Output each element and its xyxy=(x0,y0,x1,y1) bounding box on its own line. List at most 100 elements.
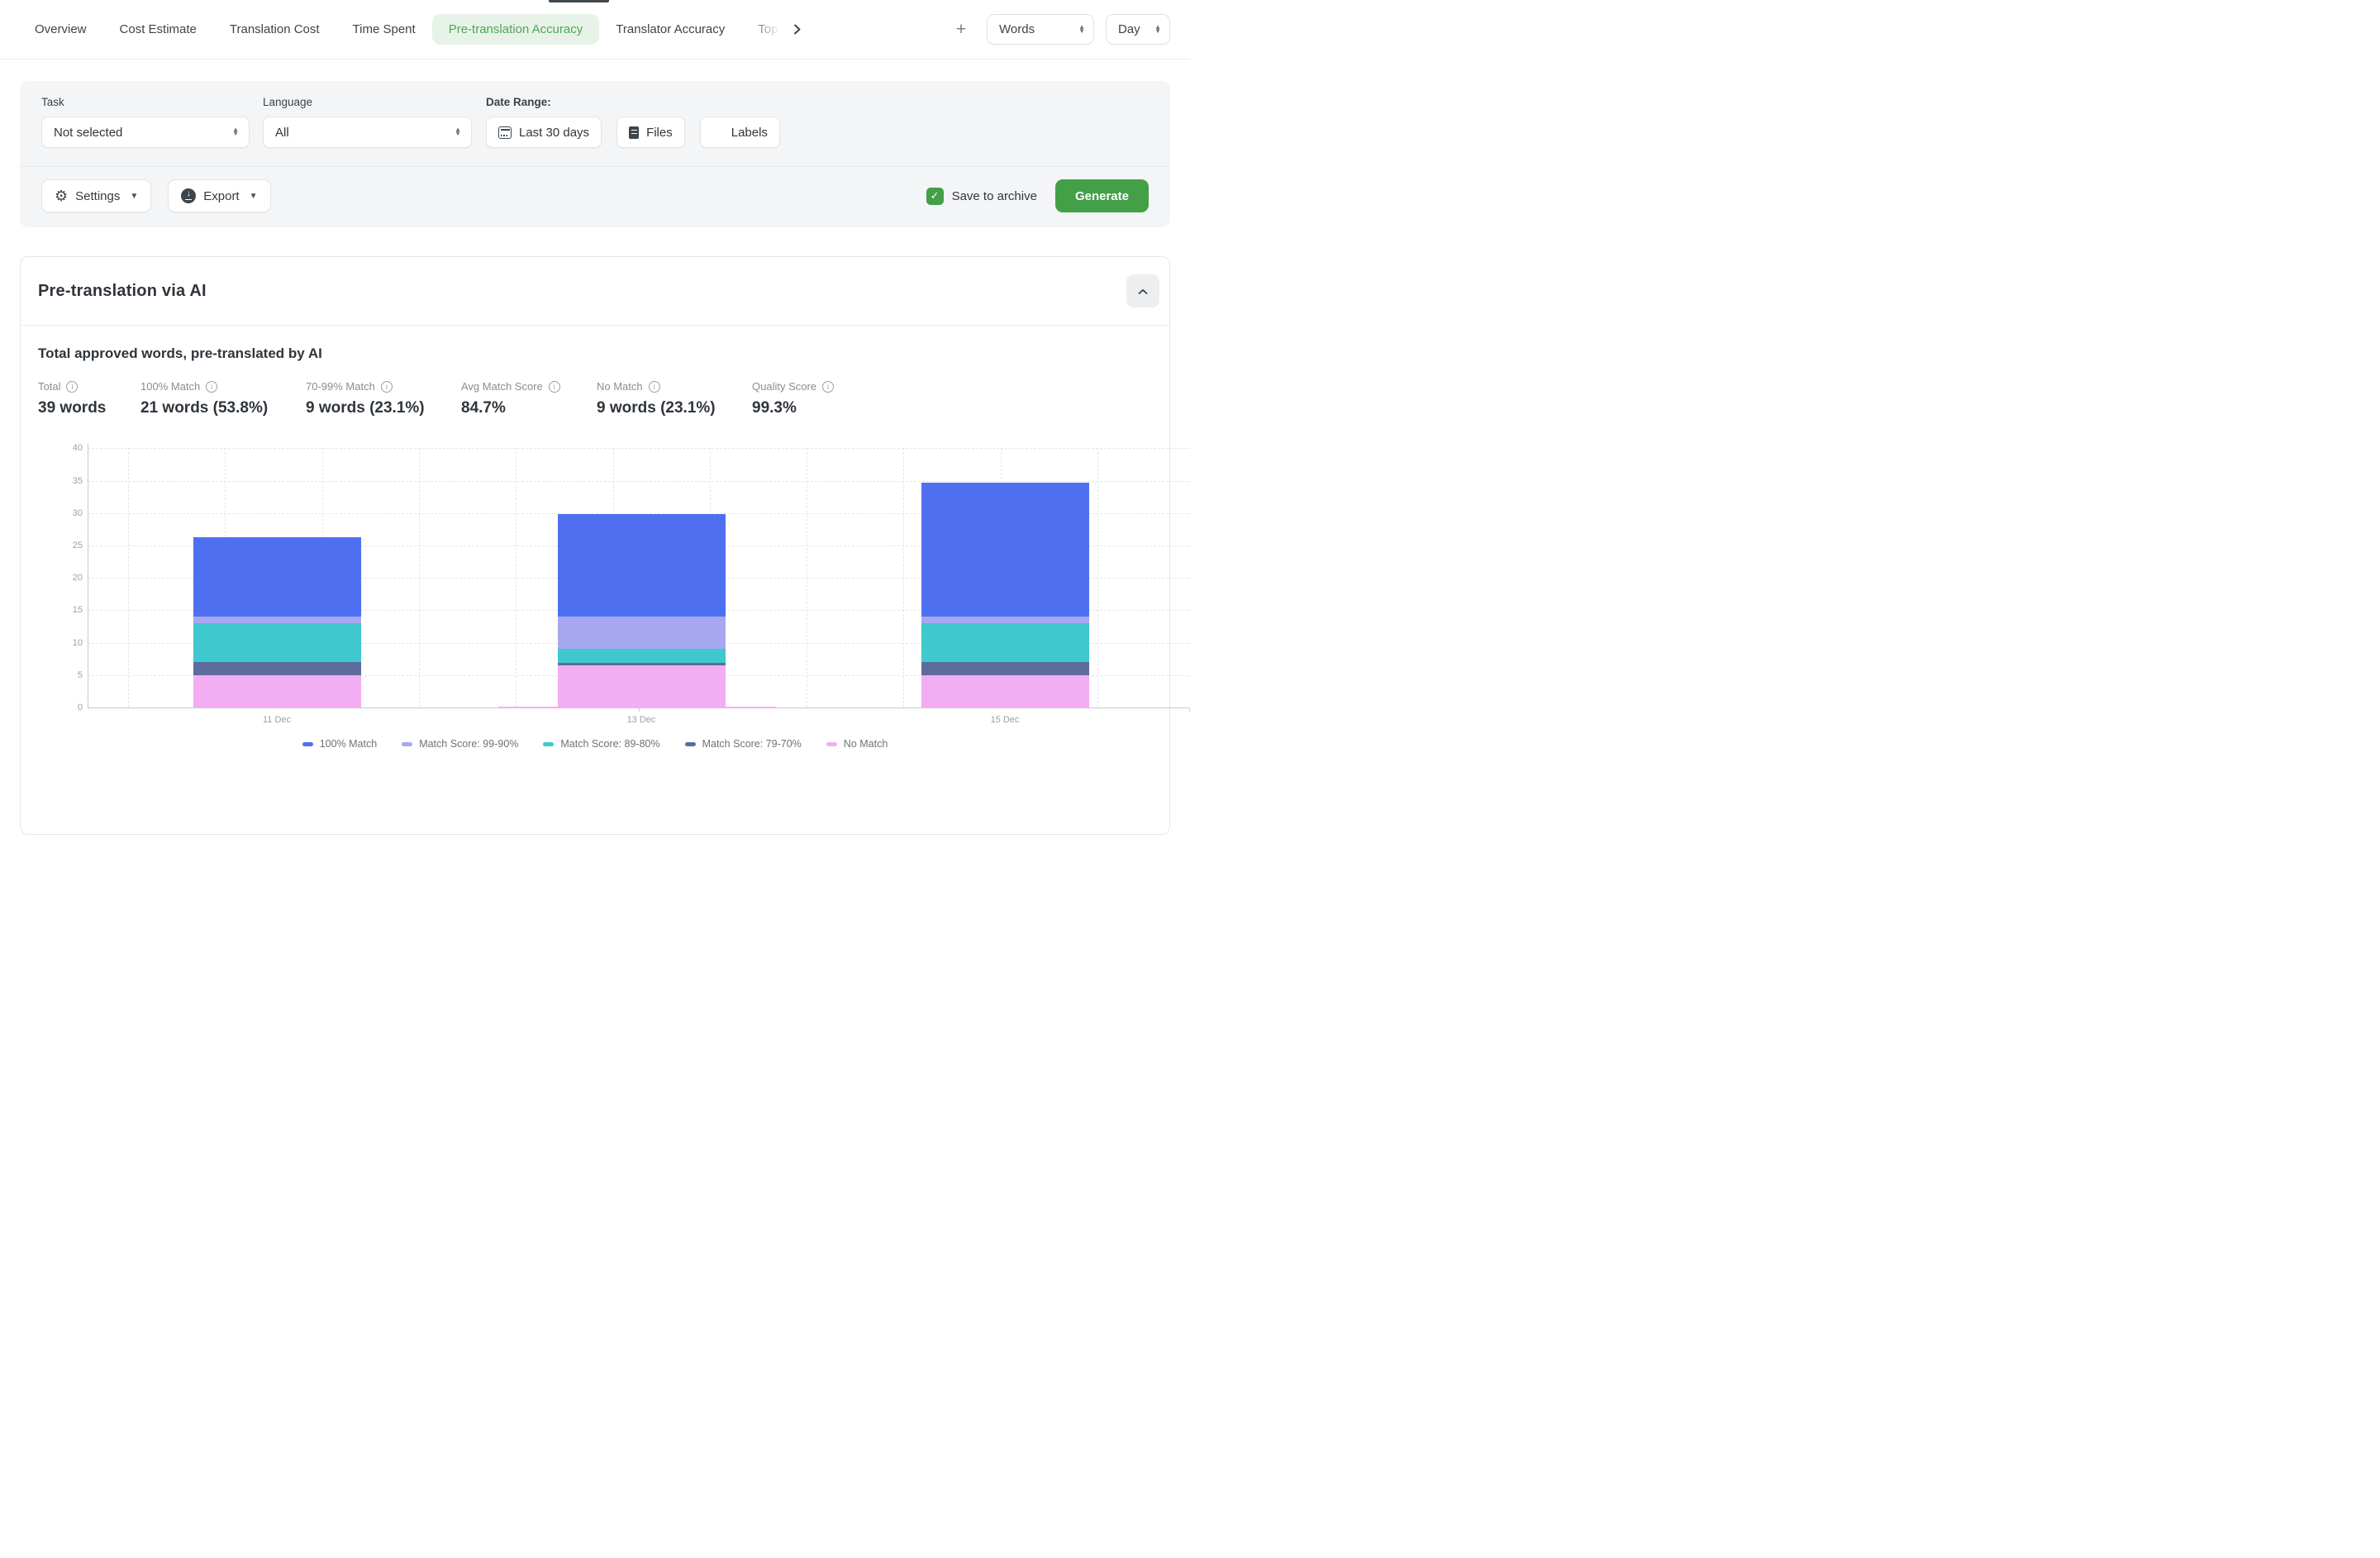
bar-segment[interactable] xyxy=(193,617,361,623)
language-select[interactable]: All ▲▼ xyxy=(263,117,472,148)
tab-cost-estimate[interactable]: Cost Estimate xyxy=(103,14,213,45)
bar-segment[interactable] xyxy=(921,617,1089,623)
date-range-button[interactable]: Last 30 days xyxy=(486,117,602,148)
tab-time-spent[interactable]: Time Spent xyxy=(336,14,432,45)
stat-value: 39 words xyxy=(38,399,140,417)
add-report-button[interactable]: + xyxy=(947,16,975,44)
period-select[interactable]: Day ▲▼ xyxy=(1106,14,1170,45)
stat-block: Totali 39 words xyxy=(38,380,140,417)
stat-value: 21 words (53.8%) xyxy=(140,399,306,417)
language-label: Language xyxy=(263,96,486,108)
bar-segment[interactable] xyxy=(558,665,726,708)
stat-block: No Matchi9 words (23.1%) xyxy=(597,380,752,417)
task-select[interactable]: Not selected ▲▼ xyxy=(41,117,250,148)
bar-segment[interactable] xyxy=(558,649,726,663)
period-select-value: Day xyxy=(1118,22,1140,36)
tabs-scroll-right-button[interactable] xyxy=(783,16,811,44)
bar-segment[interactable] xyxy=(193,662,361,675)
x-axis-tick-label: 13 Dec xyxy=(608,715,674,725)
tab-translator-accuracy[interactable]: Translator Accuracy xyxy=(599,14,741,45)
axis-tick-mark xyxy=(1189,708,1190,712)
info-icon[interactable]: i xyxy=(649,381,660,393)
settings-button-label: Settings xyxy=(75,189,120,203)
bar-segment[interactable] xyxy=(193,675,361,708)
legend-item[interactable]: Match Score: 89-80% xyxy=(543,738,659,750)
bar-segment[interactable] xyxy=(193,623,361,662)
bar-segment[interactable] xyxy=(921,483,1089,617)
legend-marker-icon xyxy=(402,742,412,746)
legend-item[interactable]: No Match xyxy=(826,738,888,750)
date-filter-buttons: Last 30 days Files Labels xyxy=(486,117,780,148)
labels-filter-button[interactable]: Labels xyxy=(700,117,780,148)
stat-label: Avg Match Score xyxy=(461,380,543,393)
stat-label: Total xyxy=(38,380,60,393)
section-title: Total approved words, pre-translated by … xyxy=(38,345,1152,362)
bar-segment[interactable] xyxy=(558,663,726,665)
legend-label: Match Score: 79-70% xyxy=(702,738,802,750)
y-axis-tick-label: 30 xyxy=(55,508,83,518)
tab-top-truncated[interactable]: Top xyxy=(741,14,783,45)
x-gridline xyxy=(1097,448,1098,708)
card-body: Total approved words, pre-translated by … xyxy=(21,326,1169,767)
y-gridline xyxy=(88,481,1189,482)
info-icon[interactable]: i xyxy=(381,381,393,393)
y-axis-tick-label: 10 xyxy=(55,638,83,648)
files-filter-button[interactable]: Files xyxy=(616,117,685,148)
stat-value: 99.3% xyxy=(752,399,834,417)
task-filter: Task Not selected ▲▼ xyxy=(41,96,263,148)
card-title: Pre-translation via AI xyxy=(38,282,207,301)
x-gridline xyxy=(903,448,904,708)
save-to-archive-checkbox[interactable]: ✓ Save to archive xyxy=(926,188,1037,205)
export-button[interactable]: ↓ Export ▼ xyxy=(168,179,270,212)
stacked-bar-chart: 051015202530354011 Dec13 Dec15 Dec100% M… xyxy=(38,417,1152,767)
legend-marker-icon xyxy=(826,742,837,746)
report-tab-bar: Overview Cost Estimate Translation Cost … xyxy=(0,0,1190,60)
stepper-icon: ▲▼ xyxy=(1078,26,1085,34)
tab-overview[interactable]: Overview xyxy=(18,14,103,45)
bar-segment[interactable] xyxy=(921,675,1089,708)
info-icon[interactable]: i xyxy=(549,381,560,393)
info-icon[interactable]: i xyxy=(66,381,78,393)
y-axis-tick-label: 25 xyxy=(55,541,83,550)
legend-item[interactable]: 100% Match xyxy=(302,738,377,750)
unit-select-value: Words xyxy=(999,22,1035,36)
collapse-card-button[interactable] xyxy=(1126,274,1159,307)
filters-row: Task Not selected ▲▼ Language All ▲▼ Dat… xyxy=(20,81,1170,166)
download-icon: ↓ xyxy=(181,188,196,203)
tab-pre-translation-accuracy[interactable]: Pre-translation Accuracy xyxy=(432,14,600,45)
stepper-icon: ▲▼ xyxy=(232,128,239,136)
legend-label: Match Score: 89-80% xyxy=(560,738,659,750)
stat-label: No Match xyxy=(597,380,643,393)
info-icon[interactable]: i xyxy=(206,381,217,393)
legend-label: Match Score: 99-90% xyxy=(419,738,518,750)
chart-legend: 100% Match Match Score: 99-90% Match Score… xyxy=(38,738,1152,750)
y-axis-tick-label: 15 xyxy=(55,605,83,615)
tab-bar-right-controls: + Words ▲▼ Day ▲▼ xyxy=(947,14,1170,45)
legend-item[interactable]: Match Score: 79-70% xyxy=(685,738,802,750)
bar-segment[interactable] xyxy=(921,662,1089,675)
caret-down-icon: ▼ xyxy=(130,192,138,201)
bar-segment[interactable] xyxy=(921,623,1089,662)
legend-item[interactable]: Match Score: 99-90% xyxy=(402,738,518,750)
caret-down-icon: ▼ xyxy=(250,192,258,201)
info-icon[interactable]: i xyxy=(822,381,834,393)
stats-row: Totali39 words100% Matchi21 words (53.8%… xyxy=(38,380,1152,417)
bar-segment[interactable] xyxy=(193,537,361,617)
date-range-filter: Date Range: Last 30 days Files Labels xyxy=(486,96,780,148)
date-range-label: Date Range: xyxy=(486,96,780,108)
bar-segment[interactable] xyxy=(558,514,726,617)
stepper-icon: ▲▼ xyxy=(1154,26,1161,34)
legend-marker-icon xyxy=(685,742,696,746)
generate-button[interactable]: Generate xyxy=(1055,179,1149,212)
x-axis-tick-label: 11 Dec xyxy=(244,715,310,725)
bar-segment[interactable] xyxy=(558,617,726,648)
stat-block: 70-99% Matchi9 words (23.1%) xyxy=(306,380,461,417)
y-axis-tick-label: 40 xyxy=(55,443,83,453)
y-axis-tick-label: 0 xyxy=(55,703,83,712)
plus-icon: + xyxy=(956,21,966,38)
language-select-value: All xyxy=(275,126,289,140)
save-to-archive-label: Save to archive xyxy=(952,189,1037,203)
tab-translation-cost[interactable]: Translation Cost xyxy=(213,14,336,45)
unit-select[interactable]: Words ▲▼ xyxy=(987,14,1094,45)
settings-button[interactable]: ⚙ Settings ▼ xyxy=(41,179,151,212)
